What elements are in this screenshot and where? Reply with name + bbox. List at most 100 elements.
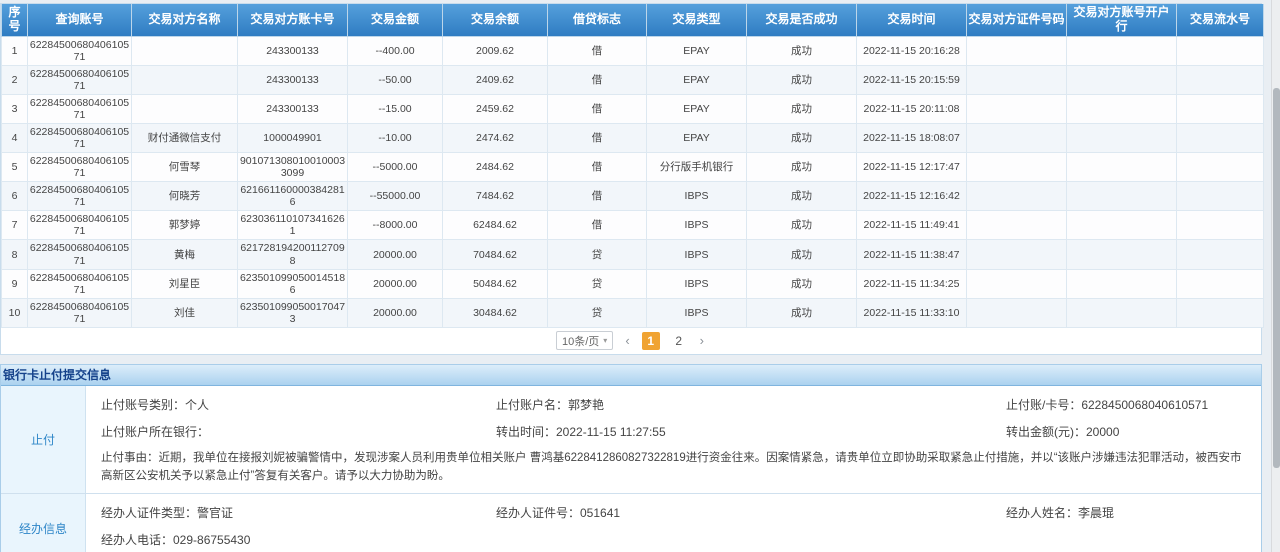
- table-cell: 20000.00: [348, 240, 443, 269]
- table-cell: EPAY: [647, 36, 747, 65]
- table-cell: [1177, 182, 1264, 211]
- table-cell: 成功: [747, 123, 857, 152]
- vertical-scrollbar: [1271, 0, 1280, 552]
- table-cell: 借: [548, 182, 647, 211]
- table-cell: [1067, 182, 1177, 211]
- table-cell: 财付通微信支付: [132, 123, 238, 152]
- table-cell: [132, 65, 238, 94]
- table-cell: 6217281942001127098: [238, 240, 348, 269]
- transfer-out-time: 转出时间：2022-11-15 11:27:55: [496, 419, 1006, 446]
- table-cell: 2022-11-15 12:17:47: [857, 153, 967, 182]
- table-cell: 6228450068040610571: [28, 182, 132, 211]
- column-header: 查询账号: [28, 4, 132, 36]
- table-cell: [967, 123, 1067, 152]
- table-cell: 6216611600003842816: [238, 182, 348, 211]
- table-cell: IBPS: [647, 240, 747, 269]
- table-cell: [967, 298, 1067, 327]
- table-cell: 2484.62: [443, 153, 548, 182]
- table-cell: [967, 240, 1067, 269]
- table-cell: 刘佳: [132, 298, 238, 327]
- table-cell: [1067, 36, 1177, 65]
- table-cell: 借: [548, 211, 647, 240]
- stop-card-number: 止付账/卡号：6228450068040610571: [1006, 392, 1246, 419]
- table-cell: [967, 65, 1067, 94]
- table-cell: [1177, 36, 1264, 65]
- table-cell: 7: [2, 211, 28, 240]
- next-page-icon[interactable]: ›: [698, 333, 706, 348]
- table-row: 26228450068040610571243300133--50.002409…: [2, 65, 1264, 94]
- agent-info-side-label: 经办信息: [1, 494, 86, 552]
- table-cell: 2022-11-15 20:16:28: [857, 36, 967, 65]
- table-cell: 贷: [548, 269, 647, 298]
- table-cell: 8: [2, 240, 28, 269]
- table-cell: IBPS: [647, 211, 747, 240]
- column-header: 交易对方账号开户行: [1067, 4, 1177, 36]
- table-cell: --5000.00: [348, 153, 443, 182]
- table-row: 106228450068040610571刘佳62350109905001704…: [2, 298, 1264, 327]
- table-cell: [1177, 298, 1264, 327]
- table-cell: 2: [2, 65, 28, 94]
- stop-payment-details: 止付账号类别：个人 止付账户名：郭梦艳 止付账/卡号：6228450068040…: [86, 386, 1261, 494]
- table-cell: 6228450068040610571: [28, 211, 132, 240]
- table-cell: 2022-11-15 11:49:41: [857, 211, 967, 240]
- stop-payment-side-label: 止付: [1, 386, 86, 494]
- stop-payment-reason: 止付事由：近期，我单位在接报刘妮被骗警情中，发现涉案人员利用贵单位相关账户 曹鸿…: [101, 450, 1246, 486]
- table-cell: 1000049901: [238, 123, 348, 152]
- pagination: 10条/页 ▾ ‹ 1 2 ›: [1, 328, 1261, 354]
- table-cell: 6235010990500145186: [238, 269, 348, 298]
- table-cell: 成功: [747, 298, 857, 327]
- chevron-down-icon: ▾: [603, 336, 607, 345]
- table-cell: 黄梅: [132, 240, 238, 269]
- table-cell: 6228450068040610571: [28, 36, 132, 65]
- table-cell: 30484.62: [443, 298, 548, 327]
- transactions-table-header: 序号查询账号交易对方名称交易对方账卡号交易金额交易余额借贷标志交易类型交易是否成…: [2, 4, 1264, 36]
- table-cell: 郭梦婷: [132, 211, 238, 240]
- page-number-1[interactable]: 1: [642, 332, 660, 350]
- table-cell: --55000.00: [348, 182, 443, 211]
- table-row: 36228450068040610571243300133--15.002459…: [2, 94, 1264, 123]
- page-size-select[interactable]: 10条/页 ▾: [556, 331, 613, 350]
- table-cell: 贷: [548, 298, 647, 327]
- table-cell: 分行版手机银行: [647, 153, 747, 182]
- table-cell: 成功: [747, 153, 857, 182]
- stop-payment-section-title: 银行卡止付提交信息: [1, 365, 1261, 386]
- table-cell: [1067, 298, 1177, 327]
- table-cell: 成功: [747, 65, 857, 94]
- table-cell: --8000.00: [348, 211, 443, 240]
- table-cell: 借: [548, 123, 647, 152]
- scrollbar-thumb[interactable]: [1273, 88, 1280, 468]
- table-cell: 243300133: [238, 94, 348, 123]
- table-cell: 6235010990500170473: [238, 298, 348, 327]
- table-cell: 6228450068040610571: [28, 65, 132, 94]
- table-cell: 6228450068040610571: [28, 269, 132, 298]
- table-row: 16228450068040610571243300133--400.00200…: [2, 36, 1264, 65]
- table-cell: 243300133: [238, 65, 348, 94]
- table-cell: [1177, 269, 1264, 298]
- table-cell: 7484.62: [443, 182, 548, 211]
- table-row: 56228450068040610571何雪琴90107130801001000…: [2, 153, 1264, 182]
- prev-page-icon[interactable]: ‹: [623, 333, 631, 348]
- table-cell: [1067, 153, 1177, 182]
- page-size-label: 10条/页: [562, 333, 599, 349]
- table-cell: 4: [2, 123, 28, 152]
- page-number-2[interactable]: 2: [670, 332, 688, 350]
- table-cell: 9010713080100100033099: [238, 153, 348, 182]
- table-cell: 2474.62: [443, 123, 548, 152]
- table-cell: [1067, 211, 1177, 240]
- table-cell: [1067, 240, 1177, 269]
- table-cell: 62484.62: [443, 211, 548, 240]
- table-cell: IBPS: [647, 269, 747, 298]
- table-cell: 20000.00: [348, 298, 443, 327]
- table-cell: EPAY: [647, 65, 747, 94]
- table-cell: 3: [2, 94, 28, 123]
- column-header: 交易金额: [348, 4, 443, 36]
- table-cell: EPAY: [647, 94, 747, 123]
- table-cell: [967, 269, 1067, 298]
- table-cell: 2022-11-15 20:15:59: [857, 65, 967, 94]
- table-cell: [1177, 211, 1264, 240]
- table-cell: [967, 36, 1067, 65]
- transfer-out-amount: 转出金额(元)：20000: [1006, 419, 1246, 446]
- stop-account-name: 止付账户名：郭梦艳: [496, 392, 1006, 419]
- table-row: 96228450068040610571刘星臣62350109905001451…: [2, 269, 1264, 298]
- stop-account-bank: 止付账户所在银行：: [101, 419, 496, 446]
